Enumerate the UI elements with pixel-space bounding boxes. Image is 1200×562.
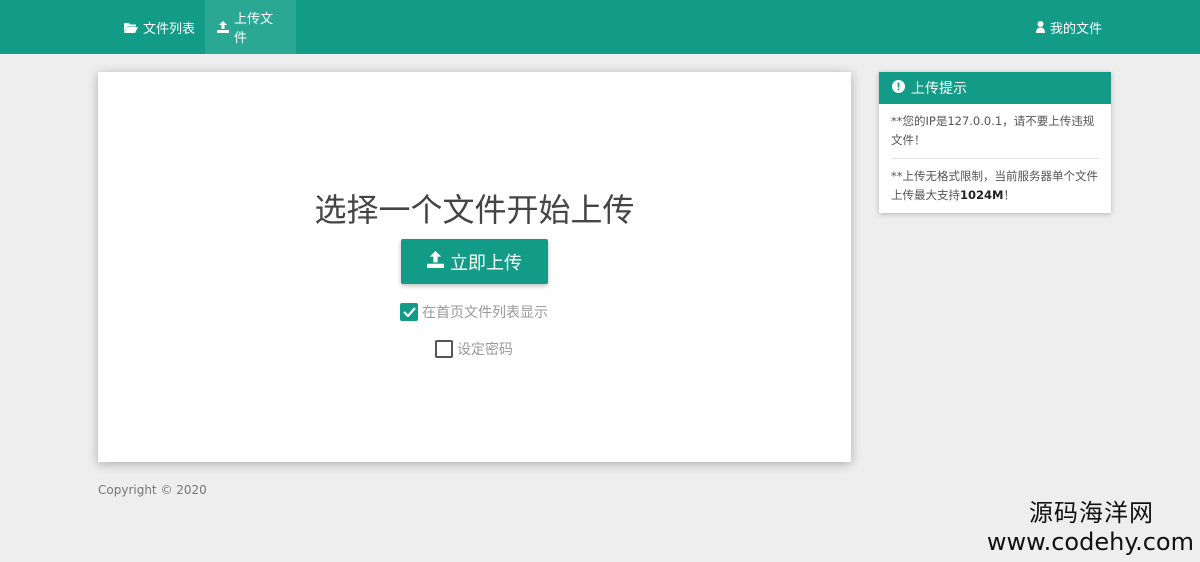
size-limit-notice: **上传无格式限制，当前服务器单个文件上传最大支持1024M！ [891, 158, 1099, 213]
size-limit-value: 1024M [960, 188, 1004, 202]
upload-tips-title: 上传提示 [911, 81, 967, 97]
top-navbar: 文件列表 上传文件 我的文件 [0, 0, 1200, 54]
ip-notice: **您的IP是127.0.0.1，请不要上传违规文件！ [891, 114, 1095, 147]
upload-tips-card: 上传提示 **您的IP是127.0.0.1，请不要上传违规文件！ **上传无格式… [879, 72, 1111, 213]
watermark-name: 源码海洋网 [1029, 499, 1154, 527]
folder-open-icon [124, 22, 138, 33]
upload-icon [427, 250, 444, 273]
upload-title: 选择一个文件开始上传 [314, 191, 635, 229]
show-on-homepage-label: 在首页文件列表显示 [422, 305, 548, 321]
size-limit-suffix: ！ [1003, 188, 1015, 202]
nav-upload-file[interactable]: 上传文件 [205, 0, 296, 54]
upload-card: 选择一个文件开始上传 立即上传 在首页文件列表显示 设定密码 [98, 72, 851, 462]
user-icon [1036, 21, 1045, 33]
show-on-homepage-checkbox[interactable] [400, 303, 418, 321]
set-password-label: 设定密码 [457, 342, 513, 358]
set-password-checkbox[interactable] [435, 340, 453, 358]
upload-icon [217, 21, 229, 33]
set-password-option[interactable]: 设定密码 [435, 339, 513, 359]
exclamation-circle-icon [892, 79, 905, 97]
nav-my-files[interactable]: 我的文件 [1024, 0, 1114, 54]
upload-now-label: 立即上传 [450, 252, 522, 274]
nav-my-files-label: 我的文件 [1050, 21, 1103, 37]
watermark-url: www.codehy.com [986, 528, 1194, 556]
nav-file-list-label: 文件列表 [143, 21, 196, 37]
upload-now-button[interactable]: 立即上传 [401, 239, 548, 284]
show-on-homepage-option[interactable]: 在首页文件列表显示 [400, 302, 548, 322]
check-icon [402, 307, 416, 317]
nav-upload-file-label: 上传文件 [234, 12, 274, 46]
footer-copyright: Copyright © 2020 [98, 483, 207, 497]
nav-file-list[interactable]: 文件列表 [112, 0, 207, 54]
upload-tips-header: 上传提示 [879, 72, 1111, 104]
watermark: 源码海洋网 www.codehy.com [987, 493, 1194, 556]
